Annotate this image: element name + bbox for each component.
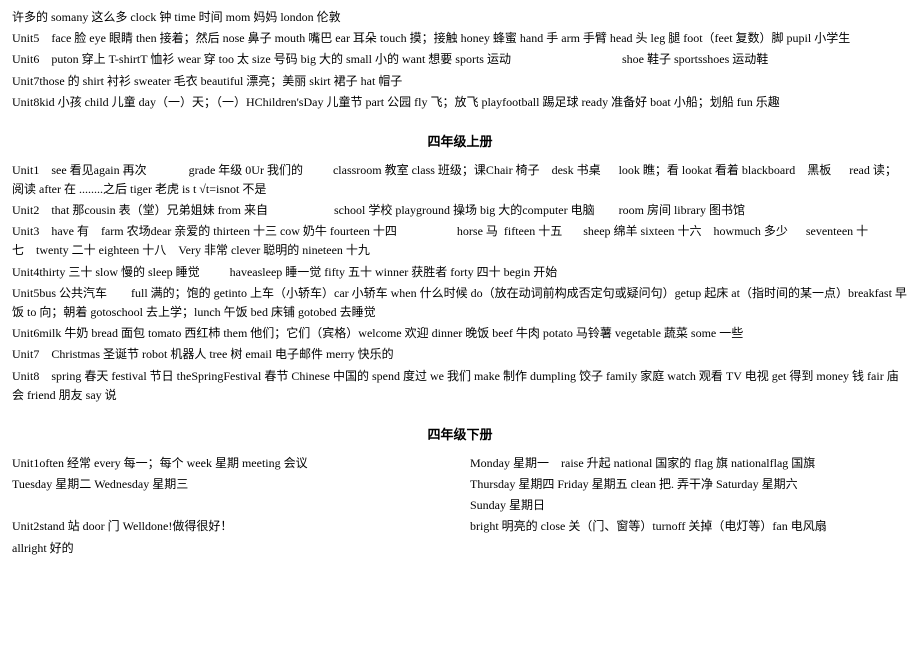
grade4-lower-section: 四年级下册 Unit1often 经常 every 每一；每个 week 星期 … <box>12 425 908 560</box>
unit6-upper-line: Unit6milk 牛奶 bread 面包 tomato 西红柿 them 他们… <box>12 324 908 343</box>
unit1-lower-left: Unit1often 经常 every 每一；每个 week 星期 meetin… <box>12 454 450 473</box>
intro-line-4: Unit7those 的 shirt 衬衫 sweater 毛衣 beautif… <box>12 72 908 91</box>
unit1-lower-tuesday: Tuesday 星期二 Wednesday 星期三 <box>12 475 450 494</box>
intro-section: 许多的 somany 这么多 clock 钟 time 时间 mom 妈妈 lo… <box>12 8 908 112</box>
lower-left-col: Unit1often 经常 every 每一；每个 week 星期 meetin… <box>12 454 470 560</box>
unit8-upper-line: Unit8 spring 春天 festival 节日 theSpringFes… <box>12 367 908 405</box>
lower-right-col: Monday 星期一 raise 升起 national 国家的 flag 旗 … <box>470 454 908 560</box>
unit1-lower-sunday: Sunday 星期日 <box>470 496 908 515</box>
lower-two-col: Unit1often 经常 every 每一；每个 week 星期 meetin… <box>12 454 908 560</box>
unit2-lower-left: Unit2stand 站 door 门 Welldone!做得很好！ <box>12 517 450 536</box>
intro-line-1: 许多的 somany 这么多 clock 钟 time 时间 mom 妈妈 lo… <box>12 8 908 27</box>
unit3-upper-line: Unit3 have 有 farm 农场dear 亲爱的 thirteen 十三… <box>12 222 908 260</box>
intro-line-2: Unit5 face 脸 eye 眼睛 then 接着；然后 nose 鼻子 m… <box>12 29 908 48</box>
grade4-upper-title: 四年级上册 <box>12 132 908 153</box>
unit1-lower-thursday: Thursday 星期四 Friday 星期五 clean 把. 弄干净 Sat… <box>470 475 908 494</box>
unit5-upper-line: Unit5bus 公共汽车 full 满的；饱的 getinto 上车（小轿车）… <box>12 284 908 322</box>
intro-line-3: Unit6 puton 穿上 T-shirtT 恤衫 wear 穿 too 太 … <box>12 50 908 69</box>
unit1-lower-spacer <box>12 496 450 515</box>
unit1-lower-monday: Monday 星期一 raise 升起 national 国家的 flag 旗 … <box>470 454 908 473</box>
page-content: 许多的 somany 这么多 clock 钟 time 时间 mom 妈妈 lo… <box>12 8 908 560</box>
unit4-upper-line: Unit4thirty 三十 slow 慢的 sleep 睡觉 haveasle… <box>12 263 908 282</box>
grade4-lower-title: 四年级下册 <box>12 425 908 446</box>
unit7-upper-line: Unit7 Christmas 圣诞节 robot 机器人 tree 树 ema… <box>12 345 908 364</box>
unit2-upper-line: Unit2 that 那cousin 表（堂）兄弟姐妹 from 来自 scho… <box>12 201 908 220</box>
intro-line-5: Unit8kid 小孩 child 儿童 day（一）天；（一）HChildre… <box>12 93 908 112</box>
grade4-upper-section: 四年级上册 Unit1 see 看见again 再次 grade 年级 0Ur … <box>12 132 908 405</box>
unit2-lower-bright: bright 明亮的 close 关（门、窗等）turnoff 关掉（电灯等）f… <box>470 517 908 536</box>
unit2-lower-allright: allright 好的 <box>12 539 450 558</box>
unit1-upper-line: Unit1 see 看见again 再次 grade 年级 0Ur 我们的 cl… <box>12 161 908 199</box>
